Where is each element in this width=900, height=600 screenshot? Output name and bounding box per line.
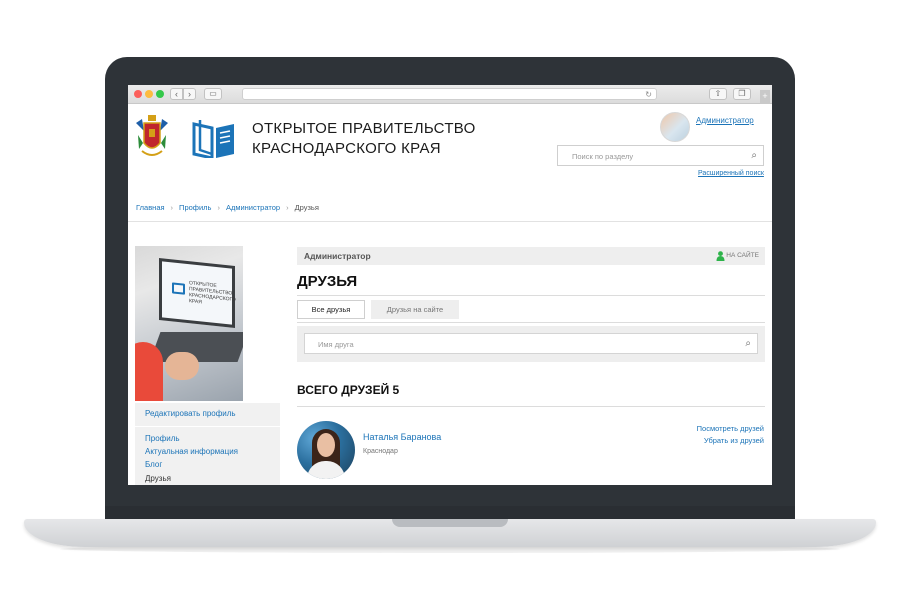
chevron-right-icon: ›	[286, 203, 289, 212]
address-bar[interactable]: ↻	[242, 88, 657, 100]
friend-avatar[interactable]	[297, 421, 355, 479]
sidebar-icon: ▭	[209, 89, 217, 98]
friend-city: Краснодар	[363, 448, 398, 455]
breadcrumb-profile[interactable]: Профиль	[179, 203, 211, 212]
laptop-notch	[392, 519, 508, 527]
section-search-input[interactable]: Поиск по разделу ⌕	[557, 145, 764, 166]
chevron-left-icon: ‹	[175, 89, 178, 99]
chevron-right-icon: ›	[217, 203, 220, 212]
friend-filter-box: Имя друга ⌕	[297, 326, 765, 362]
promo-laptop-screen: ОТКРЫТОЕ ПРАВИТЕЛЬСТВО КРАСНОДАРСКОГО КР…	[159, 258, 236, 328]
forward-button[interactable]: ›	[183, 88, 196, 100]
site-title-line2: КРАСНОДАРСКОГО КРАЯ	[252, 140, 441, 157]
divider	[297, 295, 765, 296]
reload-icon[interactable]: ↻	[645, 89, 652, 100]
edit-profile-link[interactable]: Редактировать профиль	[145, 409, 236, 418]
section-search-placeholder: Поиск по разделу	[572, 152, 634, 161]
admin-profile-link[interactable]: Администратор	[696, 116, 754, 125]
breadcrumb-home[interactable]: Главная	[136, 203, 165, 212]
remove-friend-link[interactable]: Убрать из друзей	[704, 436, 764, 445]
sidebar-item-friends[interactable]: Друзья	[145, 474, 171, 483]
chevron-right-icon: ›	[170, 203, 174, 212]
breadcrumb: Главная › Профиль › Администратор › Друзья	[136, 203, 319, 212]
divider	[297, 406, 765, 407]
browser-toolbar: ‹ › ▭ ↻ ⇧ ❐ +	[128, 85, 772, 104]
promo-logo-text: ОТКРЫТОЕ ПРАВИТЕЛЬСТВО КРАСНОДАРСКОГО КР…	[189, 280, 236, 309]
browser-window: ‹ › ▭ ↻ ⇧ ❐ + ОТКРЫТОЕ ПРАВИТЕЛЬСТВО КРА…	[128, 85, 772, 485]
tabs-icon: ❐	[738, 89, 746, 98]
site-title: ОТКРЫТОЕ ПРАВИТЕЛЬСТВО КРАСНОДАРСКОГО КР…	[252, 119, 476, 159]
promo-hand	[165, 352, 199, 380]
zoom-window-icon[interactable]	[156, 90, 164, 98]
avatar-face	[317, 433, 335, 457]
sidebar-toggle-button[interactable]: ▭	[204, 88, 222, 100]
share-icon: ⇧	[714, 89, 722, 98]
tab-all-friends[interactable]: Все друзья	[297, 300, 365, 319]
back-button[interactable]: ‹	[170, 88, 183, 100]
friends-total: ВСЕГО ДРУЗЕЙ 5	[297, 383, 400, 397]
search-icon[interactable]: ⌕	[745, 338, 751, 349]
online-status: НА САЙТЕ	[726, 252, 759, 259]
share-button[interactable]: ⇧	[709, 88, 727, 100]
tab-online-friends[interactable]: Друзья на сайте	[371, 300, 459, 319]
open-book-logo-icon	[192, 120, 234, 158]
book-icon	[172, 282, 185, 295]
breadcrumb-current: Друзья	[294, 203, 319, 212]
promo-image: ОТКРЫТОЕ ПРАВИТЕЛЬСТВО КРАСНОДАРСКОГО КР…	[135, 246, 243, 401]
tabs-overview-button[interactable]: ❐	[733, 88, 751, 100]
view-friends-link[interactable]: Посмотреть друзей	[697, 424, 764, 433]
plus-icon: +	[762, 91, 768, 101]
search-icon[interactable]: ⌕	[751, 150, 757, 161]
new-tab-button[interactable]: +	[760, 90, 770, 104]
sidebar-item-news[interactable]: Актуальная информация	[145, 447, 238, 456]
krasnodar-coat-of-arms-icon	[136, 115, 168, 156]
divider	[135, 426, 280, 427]
friend-search-placeholder: Имя друга	[318, 340, 354, 349]
user-online-icon	[716, 251, 725, 261]
profile-user-name: Администратор	[304, 251, 371, 261]
divider	[128, 221, 772, 222]
breadcrumb-admin[interactable]: Администратор	[226, 203, 280, 212]
laptop-mockup: ‹ › ▭ ↻ ⇧ ❐ + ОТКРЫТОЕ ПРАВИТЕЛЬСТВО КРА…	[0, 0, 900, 600]
divider	[297, 322, 765, 323]
avatar[interactable]	[660, 112, 690, 142]
sidebar-item-blog[interactable]: Блог	[145, 460, 162, 469]
friend-search-input[interactable]: Имя друга ⌕	[304, 333, 758, 354]
profile-menu: Редактировать профиль Профиль Актуальная…	[135, 403, 280, 485]
profile-header-bar: Администратор НА САЙТЕ	[297, 247, 765, 265]
site-title-line1: ОТКРЫТОЕ ПРАВИТЕЛЬСТВО	[252, 120, 476, 137]
chevron-right-icon: ›	[188, 89, 191, 99]
page-title: ДРУЗЬЯ	[297, 273, 358, 290]
sidebar-item-profile[interactable]: Профиль	[145, 434, 180, 443]
friend-name-link[interactable]: Наталья Баранова	[363, 432, 441, 442]
advanced-search-link[interactable]: Расширенный поиск	[698, 170, 764, 177]
close-window-icon[interactable]	[134, 90, 142, 98]
promo-arm	[135, 342, 163, 401]
minimize-window-icon[interactable]	[145, 90, 153, 98]
